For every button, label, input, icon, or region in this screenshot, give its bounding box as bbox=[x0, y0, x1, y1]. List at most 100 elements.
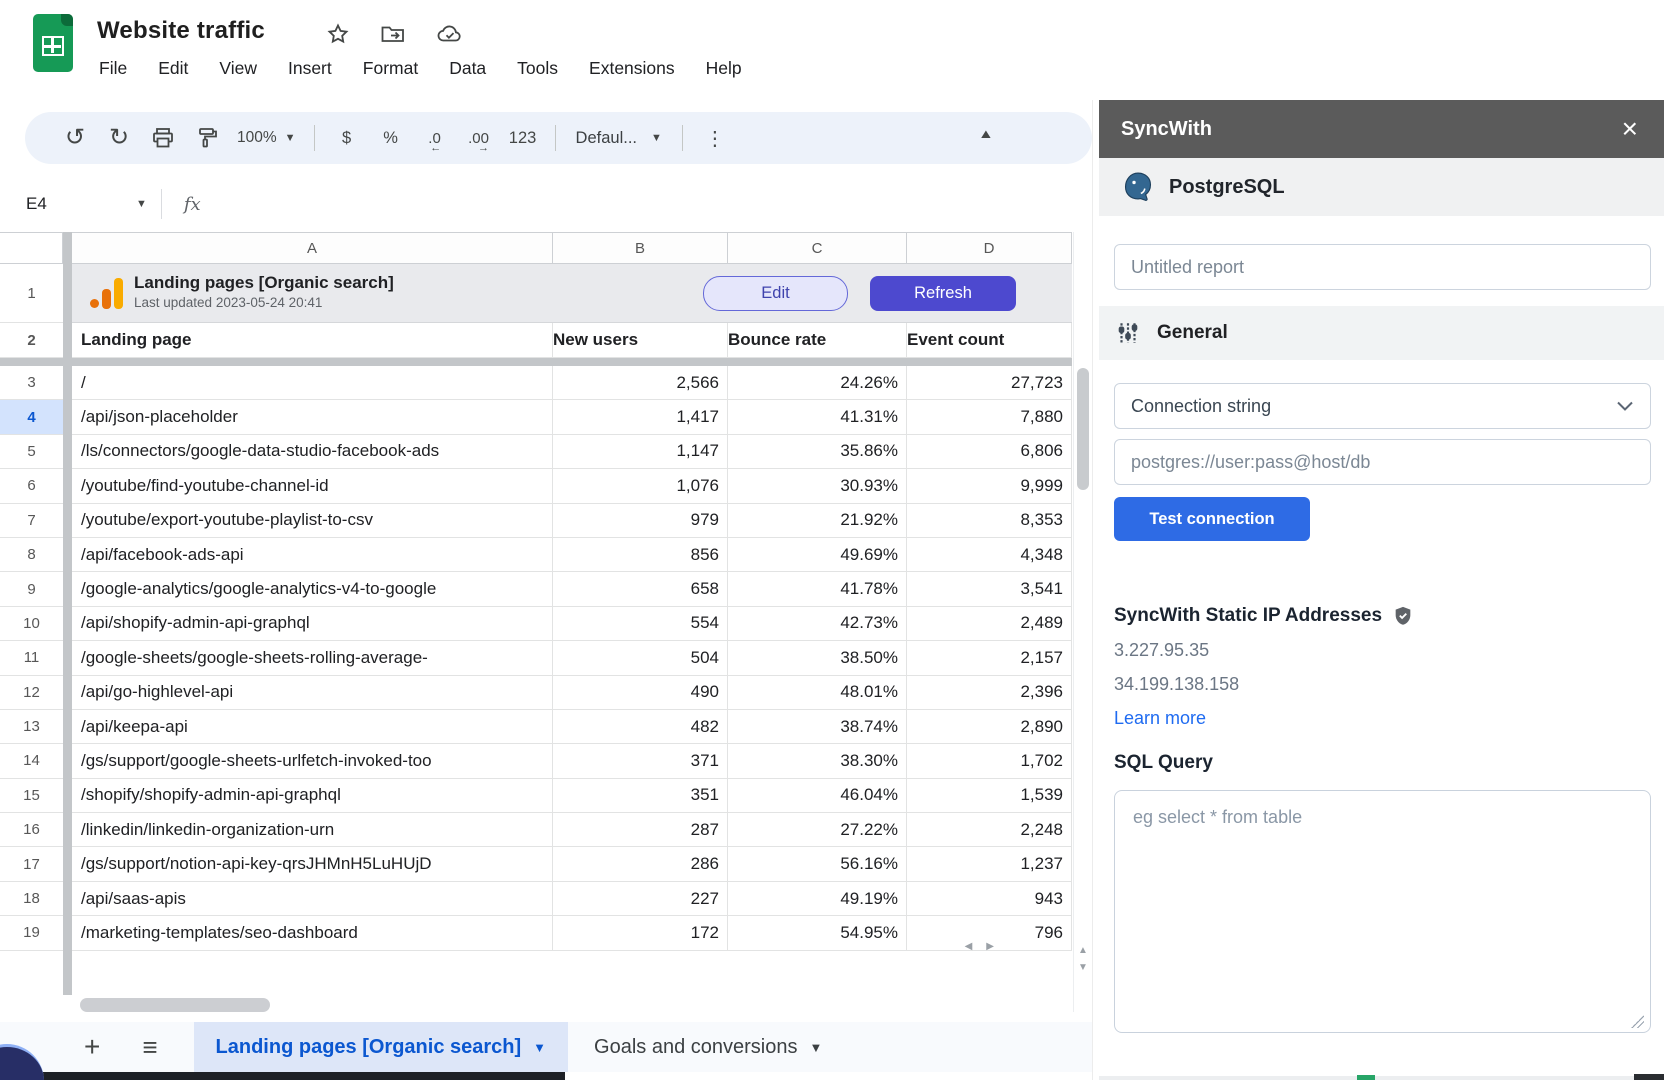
cell-event-count[interactable]: 1,702 bbox=[907, 744, 1072, 778]
cell-new-users[interactable]: 856 bbox=[553, 538, 728, 572]
cell-new-users[interactable]: 1,417 bbox=[553, 400, 728, 434]
cell-event-count[interactable]: 943 bbox=[907, 882, 1072, 916]
cell-landing-page[interactable]: /api/facebook-ads-api bbox=[72, 538, 553, 572]
menu-file[interactable]: File bbox=[99, 58, 127, 79]
cell-new-users[interactable]: 2,566 bbox=[553, 366, 728, 400]
cell-landing-page[interactable]: /api/shopify-admin-api-graphql bbox=[72, 607, 553, 641]
cell-landing-page[interactable]: /google-sheets/google-sheets-rolling-ave… bbox=[72, 641, 553, 675]
cell-event-count[interactable]: 8,353 bbox=[907, 504, 1072, 538]
cell-bounce-rate[interactable]: 35.86% bbox=[728, 435, 907, 469]
report-banner-cell[interactable]: Landing pages [Organic search] Last upda… bbox=[72, 264, 1072, 323]
cell-landing-page[interactable]: /gs/support/notion-api-key-qrsJHMnH5LuHU… bbox=[72, 847, 553, 881]
column-header-a[interactable]: A bbox=[72, 232, 553, 264]
horizontal-scroll-arrows[interactable]: ◀▶ bbox=[965, 941, 1008, 952]
decrease-decimal-button[interactable]: .0← bbox=[428, 130, 441, 147]
cell-new-users[interactable]: 658 bbox=[553, 572, 728, 606]
row-number[interactable]: 16 bbox=[0, 813, 63, 847]
menu-view[interactable]: View bbox=[219, 58, 257, 79]
learn-more-link[interactable]: Learn more bbox=[1114, 708, 1206, 729]
cell-event-count[interactable]: 2,157 bbox=[907, 641, 1072, 675]
cell-bounce-rate[interactable]: 49.19% bbox=[728, 882, 907, 916]
row-number[interactable]: 8 bbox=[0, 538, 63, 572]
cell-new-users[interactable]: 554 bbox=[553, 607, 728, 641]
cell-bounce-rate[interactable]: 56.16% bbox=[728, 847, 907, 881]
cell-event-count[interactable]: 27,723 bbox=[907, 366, 1072, 400]
cell-landing-page[interactable]: /api/go-highlevel-api bbox=[72, 676, 553, 710]
menu-extensions[interactable]: Extensions bbox=[589, 58, 675, 79]
cell-new-users[interactable]: 287 bbox=[553, 813, 728, 847]
all-sheets-menu-icon[interactable]: ≡ bbox=[142, 1034, 157, 1060]
paint-format-icon[interactable] bbox=[185, 120, 229, 156]
cell-new-users[interactable]: 1,147 bbox=[553, 435, 728, 469]
collapse-toolbar-icon[interactable]: ▲ bbox=[978, 128, 994, 142]
cell-bounce-rate[interactable]: 38.50% bbox=[728, 641, 907, 675]
horizontal-scrollbar-thumb[interactable] bbox=[80, 998, 270, 1012]
chevron-down-icon[interactable]: ▼ bbox=[136, 198, 147, 210]
star-icon[interactable] bbox=[326, 22, 350, 46]
cell-event-count[interactable]: 7,880 bbox=[907, 400, 1072, 434]
row-number[interactable]: 5 bbox=[0, 435, 63, 469]
cell-landing-page[interactable]: /youtube/find-youtube-channel-id bbox=[72, 469, 553, 503]
cell-landing-page[interactable]: /marketing-templates/seo-dashboard bbox=[72, 916, 553, 950]
row-number[interactable]: 18 bbox=[0, 882, 63, 916]
connection-string-input[interactable]: postgres://user:pass@host/db bbox=[1114, 439, 1651, 485]
cell-event-count[interactable]: 2,489 bbox=[907, 607, 1072, 641]
sql-query-textarea[interactable]: eg select * from table bbox=[1114, 790, 1651, 1033]
cell-landing-page[interactable]: /linkedin/linkedin-organization-urn bbox=[72, 813, 553, 847]
cell-event-count[interactable]: 2,248 bbox=[907, 813, 1072, 847]
sheets-logo-icon[interactable] bbox=[33, 14, 73, 72]
number-format-button[interactable]: 123 bbox=[501, 120, 545, 156]
column-header-b[interactable]: B bbox=[553, 232, 728, 264]
header-new-users[interactable]: New users bbox=[553, 323, 728, 358]
cell-landing-page[interactable]: /google-analytics/google-analytics-v4-to… bbox=[72, 572, 553, 606]
cell-bounce-rate[interactable]: 49.69% bbox=[728, 538, 907, 572]
cell-event-count[interactable]: 1,539 bbox=[907, 779, 1072, 813]
cell-event-count[interactable]: 3,541 bbox=[907, 572, 1072, 606]
row-number[interactable]: 19 bbox=[0, 916, 63, 950]
cell-landing-page[interactable]: /youtube/export-youtube-playlist-to-csv bbox=[72, 504, 553, 538]
row-number[interactable]: 17 bbox=[0, 847, 63, 881]
tab-goals-and-conversions[interactable]: Goals and conversions ▼ bbox=[572, 1022, 844, 1072]
frozen-row-divider[interactable] bbox=[0, 358, 1072, 366]
cell-bounce-rate[interactable]: 38.30% bbox=[728, 744, 907, 778]
vertical-scrollbar-thumb[interactable] bbox=[1077, 368, 1089, 490]
cell-landing-page[interactable]: /api/keepa-api bbox=[72, 710, 553, 744]
cell-bounce-rate[interactable]: 30.93% bbox=[728, 469, 907, 503]
cell-new-users[interactable]: 1,076 bbox=[553, 469, 728, 503]
name-box[interactable]: E4 bbox=[0, 194, 118, 214]
column-header-c[interactable]: C bbox=[728, 232, 907, 264]
cell-bounce-rate[interactable]: 46.04% bbox=[728, 779, 907, 813]
cell-bounce-rate[interactable]: 42.73% bbox=[728, 607, 907, 641]
horizontal-scrollbar[interactable]: ◀▶ bbox=[72, 995, 1072, 1015]
cell-new-users[interactable]: 371 bbox=[553, 744, 728, 778]
column-header-d[interactable]: D bbox=[907, 232, 1072, 264]
font-select[interactable]: Defaul... ▼ bbox=[566, 120, 672, 156]
redo-icon[interactable]: ↻ bbox=[97, 120, 141, 156]
row-number[interactable]: 11 bbox=[0, 641, 63, 675]
row-number[interactable]: 10 bbox=[0, 607, 63, 641]
increase-decimal-button[interactable]: .00→ bbox=[468, 130, 489, 147]
row-number[interactable]: 7 bbox=[0, 504, 63, 538]
cell-new-users[interactable]: 351 bbox=[553, 779, 728, 813]
row-number[interactable]: 4 bbox=[0, 400, 63, 434]
more-options-icon[interactable]: ⋮ bbox=[693, 120, 737, 156]
refresh-button[interactable]: Refresh bbox=[870, 276, 1016, 311]
vertical-scrollbar[interactable]: ▲▼ bbox=[1073, 232, 1092, 1012]
format-currency-button[interactable]: $ bbox=[325, 120, 369, 156]
edit-button[interactable]: Edit bbox=[703, 276, 848, 311]
menu-data[interactable]: Data bbox=[449, 58, 486, 79]
document-title[interactable]: Website traffic bbox=[97, 17, 265, 45]
row-number[interactable]: 1 bbox=[0, 264, 63, 323]
row-number[interactable]: 12 bbox=[0, 676, 63, 710]
general-section-header[interactable]: General bbox=[1099, 306, 1664, 360]
undo-icon[interactable]: ↺ bbox=[53, 120, 97, 156]
cell-new-users[interactable]: 227 bbox=[553, 882, 728, 916]
tab-landing-pages[interactable]: Landing pages [Organic search] ▼ bbox=[194, 1022, 569, 1072]
cell-bounce-rate[interactable]: 27.22% bbox=[728, 813, 907, 847]
cell-new-users[interactable]: 482 bbox=[553, 710, 728, 744]
cell-bounce-rate[interactable]: 41.78% bbox=[728, 572, 907, 606]
cell-event-count[interactable]: 2,890 bbox=[907, 710, 1072, 744]
add-sheet-icon[interactable]: + bbox=[84, 1033, 100, 1061]
connection-method-select[interactable]: Connection string bbox=[1114, 383, 1651, 429]
cell-bounce-rate[interactable]: 54.95% bbox=[728, 916, 907, 950]
